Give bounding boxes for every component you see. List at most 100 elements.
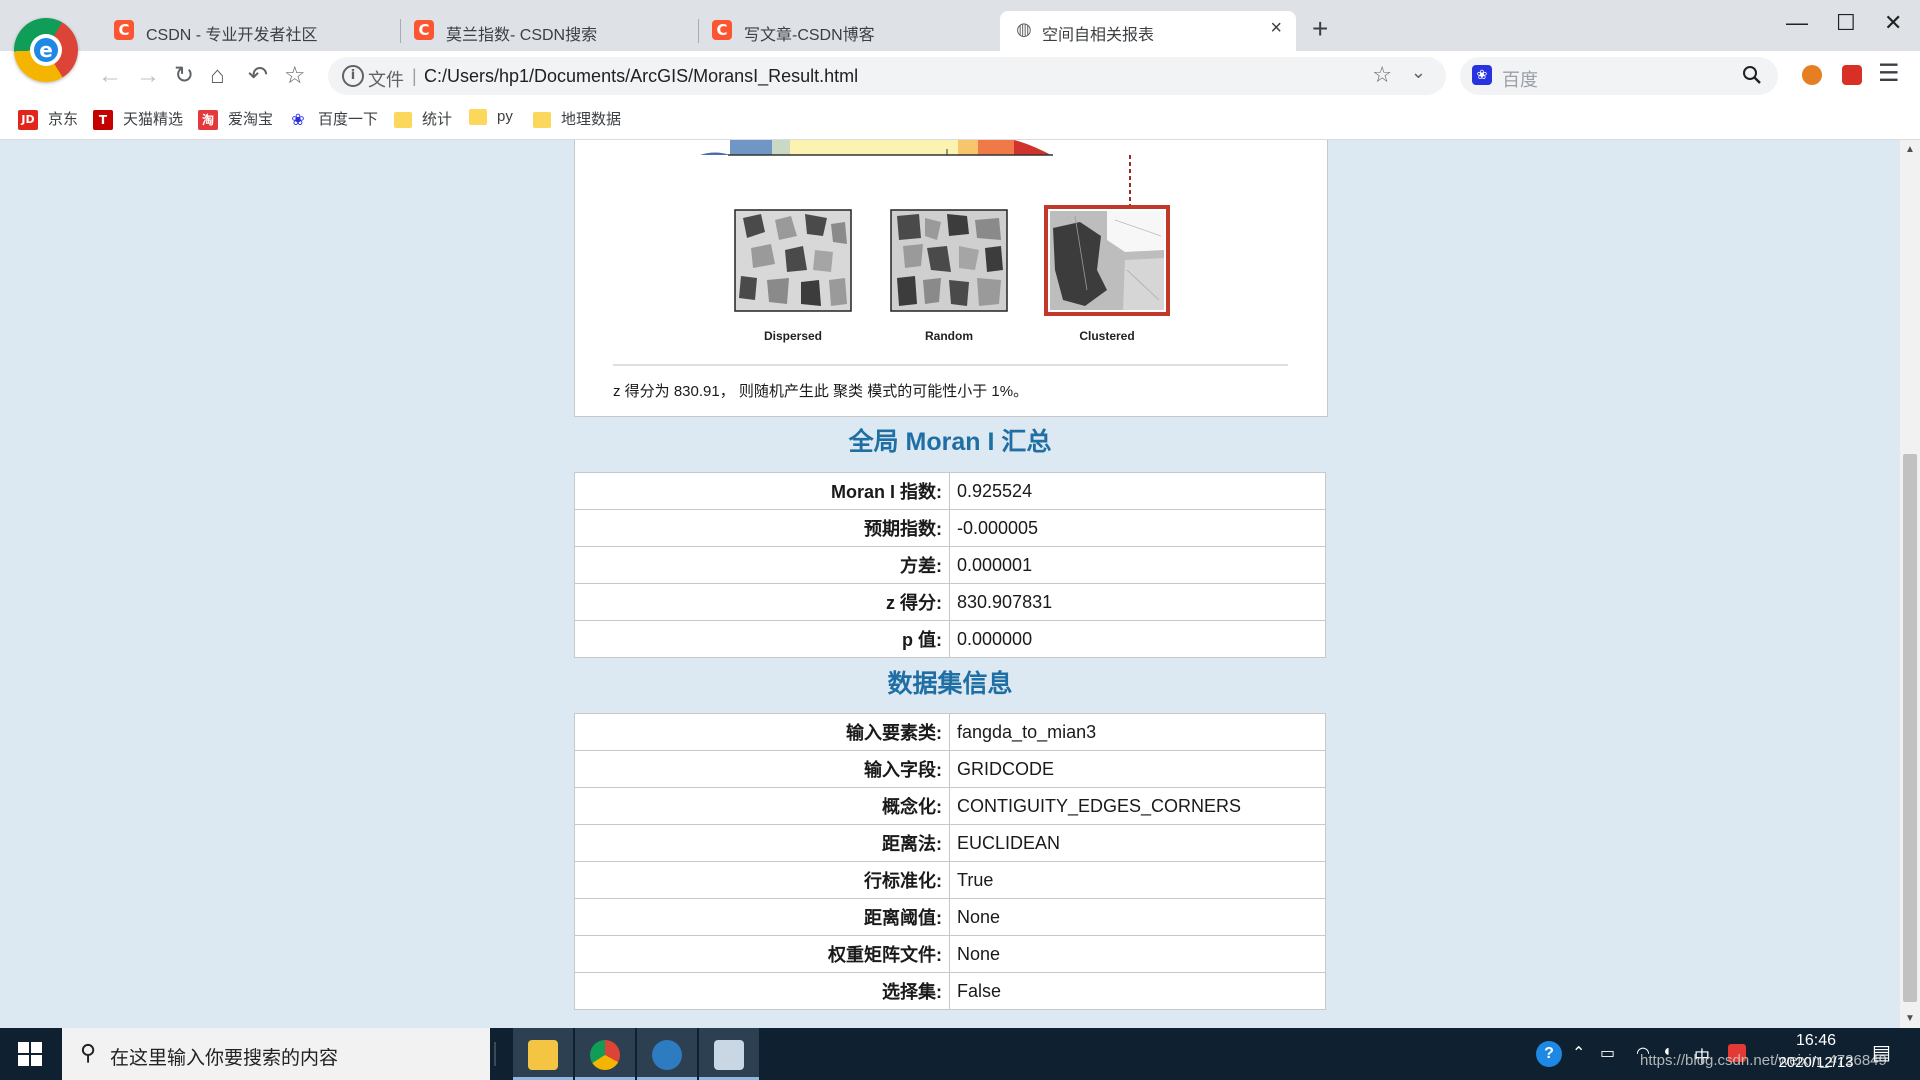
taskbar-search-placeholder: 在这里输入你要搜索的内容: [110, 1048, 339, 1069]
table-row: z 得分: 830.907831: [574, 583, 1326, 621]
row-key: 选择集:: [574, 972, 950, 1010]
table-row: 行标准化: True: [574, 861, 1326, 899]
table-row: 权重矩阵文件: None: [574, 935, 1326, 973]
bookmark-folder-py[interactable]: py: [469, 108, 513, 132]
row-value: 830.907831: [949, 583, 1326, 621]
notification-icon[interactable]: ▤: [1872, 1040, 1891, 1065]
tab-moran-search[interactable]: C 莫兰指数- CSDN搜索: [400, 11, 698, 51]
chevron-up-icon[interactable]: ⌃: [1572, 1043, 1585, 1063]
search-placeholder: 百度: [1502, 70, 1538, 90]
battery-icon[interactable]: ▭: [1600, 1043, 1615, 1063]
row-key: 预期指数:: [574, 509, 950, 547]
random-map: [890, 209, 1008, 312]
windows-taskbar: ⚲ 在这里输入你要搜索的内容 ? ⌃ ▭ ◠ ◖ 中 https://blog.…: [0, 1028, 1920, 1080]
extension-monkey-icon[interactable]: [1802, 65, 1822, 85]
tab-csdn-home[interactable]: C CSDN - 专业开发者社区: [100, 11, 400, 51]
tmall-icon: T: [93, 110, 113, 131]
new-tab-button[interactable]: +: [1312, 14, 1328, 44]
table-row: 输入要素类: fangda_to_mian3: [574, 713, 1326, 751]
search-icon: ⚲: [80, 1040, 97, 1065]
url-scheme-label: 文件: [368, 70, 404, 90]
table-row: 选择集: False: [574, 972, 1326, 1010]
bookmark-label: 统计: [422, 111, 453, 128]
row-key: 距离阈值:: [574, 898, 950, 936]
close-tab-icon[interactable]: ×: [1270, 17, 1282, 40]
undo-icon[interactable]: ↶: [248, 59, 268, 93]
bookmark-aitaobao[interactable]: 淘爱淘宝: [198, 108, 273, 132]
dataset-heading: 数据集信息: [887, 670, 1013, 698]
row-key: 权重矩阵文件:: [574, 935, 950, 973]
taskbar-browser[interactable]: [575, 1028, 635, 1080]
help-icon[interactable]: ?: [1536, 1041, 1562, 1067]
info-icon[interactable]: i: [342, 65, 364, 87]
taskbar-file-explorer[interactable]: [513, 1028, 573, 1080]
search-icon[interactable]: [1742, 65, 1762, 85]
bookmark-baidu[interactable]: ❀ 百度一下: [288, 108, 378, 132]
menu-icon[interactable]: ☰: [1878, 59, 1900, 88]
bookmark-star-icon[interactable]: ☆: [284, 59, 306, 93]
row-value: EUCLIDEAN: [949, 824, 1326, 862]
windows-start-icon[interactable]: [18, 1042, 42, 1066]
globe-icon: [652, 1040, 682, 1070]
page-viewport[interactable]: Dispersed Random Clustered z 得分为 830.91，…: [0, 140, 1900, 1028]
table-row: 方差: 0.000001: [574, 546, 1326, 584]
vertical-scrollbar[interactable]: ▲ ▼: [1900, 140, 1920, 1028]
tab-write-article[interactable]: C 写文章-CSDN博客: [698, 11, 998, 51]
extension-pdf-icon[interactable]: [1842, 65, 1862, 85]
row-value: CONTIGUITY_EDGES_CORNERS: [949, 787, 1326, 825]
browser-toolbar: ← → ↻ ⌂ ↶ ☆ i 文件 | C:/Users/hp1/Document…: [0, 51, 1920, 147]
home-icon[interactable]: ⌂: [210, 59, 225, 93]
reload-icon[interactable]: ↻: [174, 59, 194, 93]
maximize-button[interactable]: ☐: [1836, 10, 1856, 36]
bookmark-folder-geo[interactable]: 地理数据: [533, 108, 621, 132]
row-value: True: [949, 861, 1326, 899]
scroll-down-arrow-icon[interactable]: ▼: [1905, 1013, 1915, 1024]
moran-pattern-figure: Dispersed Random Clustered: [613, 140, 1288, 366]
chevron-down-icon[interactable]: ⌄: [1411, 62, 1426, 83]
row-key: 方差:: [574, 546, 950, 584]
tab-strip: C CSDN - 专业开发者社区 C 莫兰指数- CSDN搜索 C 写文章-CS…: [0, 0, 1920, 51]
browser-logo-icon: e: [14, 18, 78, 82]
folder-icon: [469, 109, 487, 126]
folder-icon: [533, 112, 551, 129]
close-window-button[interactable]: ✕: [1884, 10, 1902, 36]
forward-arrow-icon[interactable]: →: [136, 59, 160, 93]
scroll-thumb[interactable]: [1903, 454, 1917, 1002]
search-box[interactable]: ❀ 百度: [1460, 57, 1778, 95]
taskbar-arcgis-tool[interactable]: [699, 1028, 759, 1080]
row-value: -0.000005: [949, 509, 1326, 547]
row-value: fangda_to_mian3: [949, 713, 1326, 751]
globe-icon: ◍: [1016, 19, 1032, 40]
bookmark-tmall[interactable]: T 天猫精选: [93, 108, 183, 132]
taskbar-search-box[interactable]: ⚲ 在这里输入你要搜索的内容: [62, 1028, 490, 1080]
row-key: 输入字段:: [574, 750, 950, 788]
jd-icon: JD: [18, 110, 38, 131]
row-key: 输入要素类:: [574, 713, 950, 751]
taskbar-arcmap[interactable]: [637, 1028, 697, 1080]
table-row: 概念化: CONTIGUITY_EDGES_CORNERS: [574, 787, 1326, 825]
table-row: Moran I 指数: 0.925524: [574, 472, 1326, 510]
row-value: False: [949, 972, 1326, 1010]
address-bar[interactable]: i 文件 | C:/Users/hp1/Documents/ArcGIS/Mor…: [328, 57, 1446, 95]
row-key: z 得分:: [574, 583, 950, 621]
toolbox-icon: [714, 1040, 744, 1070]
row-key: 概念化:: [574, 787, 950, 825]
row-key: 距离法:: [574, 824, 950, 862]
bookmark-jd[interactable]: JD 京东: [18, 108, 78, 132]
bookmark-label: 京东: [48, 111, 79, 128]
tab-spatial-report[interactable]: ◍ 空间自相关报表 ×: [1000, 11, 1296, 51]
clock-time[interactable]: 16:46: [1776, 1032, 1856, 1050]
back-arrow-icon[interactable]: ←: [98, 59, 122, 93]
url-text[interactable]: C:/Users/hp1/Documents/ArcGIS/MoransI_Re…: [424, 66, 858, 87]
table-row: 预期指数: -0.000005: [574, 509, 1326, 547]
summary-table: Moran I 指数: 0.925524 预期指数: -0.000005 方差: 0.…: [574, 472, 1326, 658]
scroll-up-arrow-icon[interactable]: ▲: [1905, 144, 1915, 155]
url-divider: |: [412, 66, 417, 86]
folder-icon: [394, 112, 412, 129]
table-row: p 值: 0.000000: [574, 620, 1326, 658]
bookmark-folder-stats[interactable]: 统计: [394, 108, 452, 132]
star-icon[interactable]: ☆: [1372, 62, 1392, 88]
tab-title: 空间自相关报表: [1042, 27, 1155, 44]
minimize-button[interactable]: —: [1786, 10, 1808, 36]
clock-date[interactable]: 2020/12/13: [1766, 1054, 1866, 1071]
